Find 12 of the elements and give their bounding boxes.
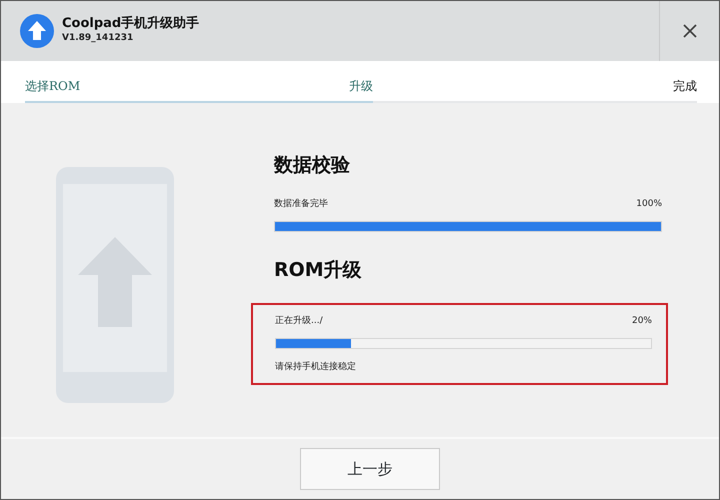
hint-text: 请保持手机连接稳定 <box>275 361 357 374</box>
percent-text: 100% <box>636 198 662 210</box>
app-logo-icon <box>20 14 54 48</box>
back-button[interactable]: 上一步 <box>300 448 440 490</box>
percent-text: 20% <box>632 314 652 328</box>
close-icon <box>682 24 696 38</box>
window-title: Coolpad手机升级助手 <box>62 16 200 32</box>
version-text: V1.89_141231 <box>62 32 134 46</box>
status-text: 正在升级.../ <box>275 314 323 328</box>
section-heading: 数据校验 <box>274 153 351 178</box>
status-text: 数据准备完毕 <box>274 198 328 210</box>
section-heading: ROM升级 <box>274 258 363 283</box>
